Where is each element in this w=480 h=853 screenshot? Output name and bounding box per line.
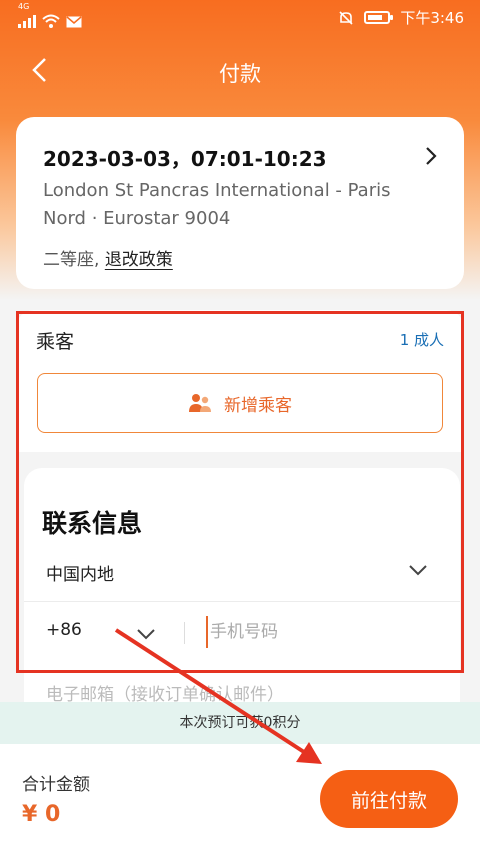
battery-icon xyxy=(364,11,394,24)
total-amount: ¥ 0 xyxy=(22,802,61,827)
phone-row: +86 xyxy=(24,602,460,664)
country-code-chevron-icon[interactable] xyxy=(136,628,156,640)
contact-section: 联系信息 中国内地 +86 电子邮箱（接收订单确认邮件） xyxy=(24,468,460,708)
status-bar: 4G 下午3:46 xyxy=(0,0,480,34)
mute-bell-icon xyxy=(339,10,353,25)
total-label: 合计金额 xyxy=(22,775,90,795)
wifi-icon xyxy=(42,14,60,28)
passenger-count: 1 成人 xyxy=(399,331,444,349)
trip-seat-line: 二等座, 退改政策 xyxy=(43,245,173,270)
proceed-to-pay-button[interactable]: 前往付款 xyxy=(320,770,458,828)
contact-title: 联系信息 xyxy=(42,509,143,538)
nav-bar: 付款 xyxy=(0,48,480,92)
region-select[interactable]: 中国内地 xyxy=(24,540,460,602)
status-left: 4G xyxy=(18,2,82,28)
points-banner: 本次预订可获0积分 xyxy=(0,702,480,744)
status-time: 下午3:46 xyxy=(400,9,464,27)
network-type: 4G xyxy=(18,2,30,11)
trip-summary-card[interactable]: 2023-03-03，07:01-10:23 London St Pancras… xyxy=(16,117,464,289)
country-code-select[interactable]: +86 xyxy=(46,620,82,640)
chevron-down-icon xyxy=(409,565,427,576)
chevron-right-icon[interactable] xyxy=(424,145,438,167)
passenger-title: 乘客 xyxy=(36,331,75,353)
mail-icon xyxy=(66,16,82,28)
trip-date-time: 2023-03-03，07:01-10:23 xyxy=(43,147,327,171)
seat-class: 二等座, xyxy=(43,250,100,270)
people-icon xyxy=(189,394,211,412)
add-passenger-button[interactable]: 新增乘客 xyxy=(37,373,443,433)
region-value: 中国内地 xyxy=(46,565,114,585)
add-passenger-label: 新增乘客 xyxy=(224,395,292,416)
divider xyxy=(184,622,185,644)
checkout-bar: 合计金额 ¥ 0 前往付款 xyxy=(0,744,480,853)
refund-policy-link[interactable]: 退改政策 xyxy=(105,250,173,270)
status-right: 下午3:46 xyxy=(338,7,464,28)
page-title: 付款 xyxy=(219,62,261,86)
passenger-section: 乘客 1 成人 新增乘客 xyxy=(16,310,464,452)
phone-input[interactable] xyxy=(206,616,436,648)
signal-icon: 4G xyxy=(18,2,36,28)
trip-route: London St Pancras International - Paris … xyxy=(43,180,391,229)
